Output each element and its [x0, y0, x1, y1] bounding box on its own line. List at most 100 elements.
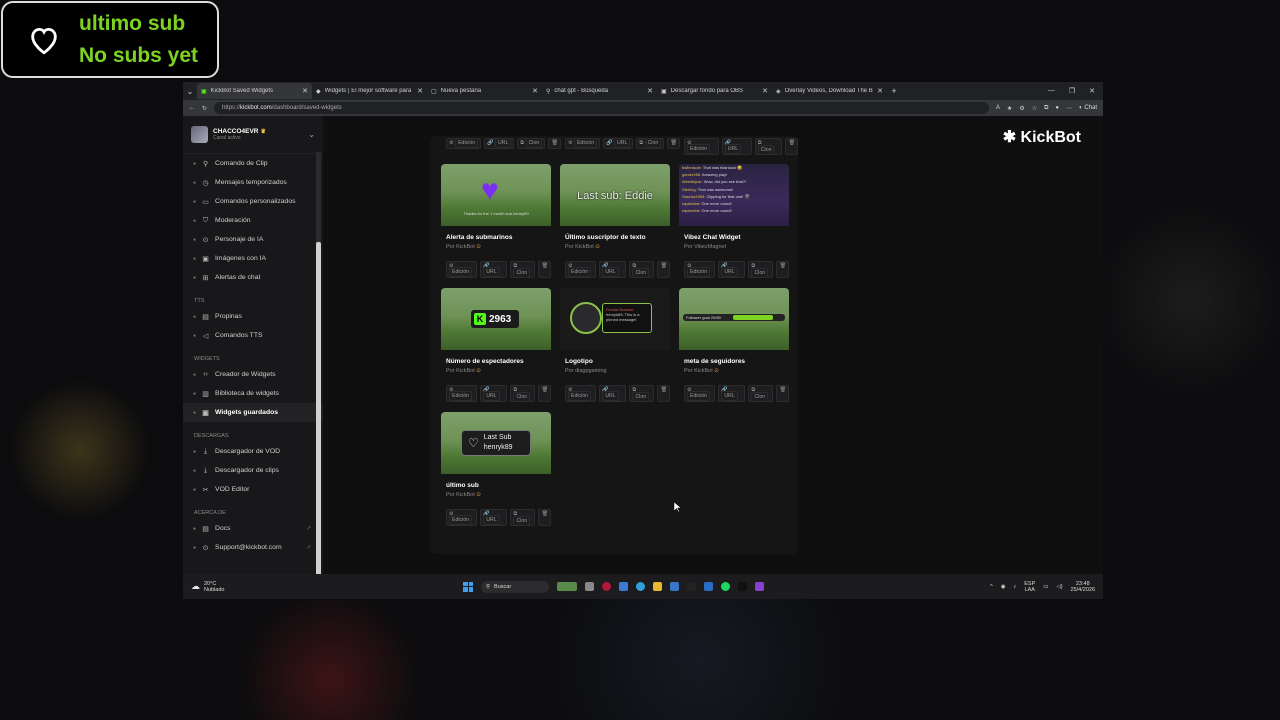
- widget-card-ultimo-sub[interactable]: ♡ Last Sub henryk89 último sub Por KickBot…: [441, 412, 552, 526]
- favorites-icon[interactable]: ☆: [1032, 105, 1037, 112]
- edit-button[interactable]: ⚙ Edición: [565, 138, 601, 149]
- widget-card-alerta-submarinos[interactable]: ♥ Thanks for the 1 month sub henry89! Al…: [441, 164, 552, 278]
- sidebar-item-widgets-guardados[interactable]: ● ▣ Widgets guardados: [183, 403, 323, 422]
- network-icon[interactable]: ▭: [1043, 584, 1048, 590]
- explorer-app-icon[interactable]: [619, 582, 628, 591]
- task-view-icon[interactable]: [585, 582, 594, 591]
- clone-button[interactable]: ⧉ Clon: [636, 138, 665, 149]
- store-icon[interactable]: [670, 582, 679, 591]
- tab-widgets[interactable]: ◆ Widgets | El mejor software para p ✕: [312, 83, 427, 99]
- clock[interactable]: 23:48 25/4/2026: [1071, 581, 1095, 593]
- sidebar-item-docs[interactable]: ● ▤ Docs ↗: [183, 519, 323, 538]
- channel-switcher[interactable]: CHACCO4EVR ♛ Canal activo ⌄: [183, 116, 323, 154]
- back-icon[interactable]: ←: [189, 105, 195, 111]
- tab-kickbot[interactable]: ▣ KickBot Saved Widgets ✕: [197, 83, 312, 99]
- profile-icon[interactable]: ●: [1055, 105, 1059, 111]
- edit-button[interactable]: ⚙ Edición: [446, 385, 478, 402]
- edit-button[interactable]: ⚙ Edición: [446, 138, 482, 149]
- chevron-up-icon[interactable]: ^: [990, 584, 993, 590]
- sidebar-item-comando-de-clip[interactable]: ● ⚲ Comando de Clip: [183, 154, 323, 173]
- scrollbar-thumb[interactable]: [316, 242, 321, 577]
- clone-button[interactable]: ⧉ Clon: [510, 261, 536, 278]
- sidebar-item-imagenes-ia[interactable]: ● ▣ Imágenes con IA: [183, 249, 323, 268]
- close-window-icon[interactable]: ✕: [1089, 87, 1095, 95]
- delete-icon[interactable]: 🗑: [776, 261, 790, 278]
- sidebar-scrollbar[interactable]: [316, 152, 321, 577]
- tab-new[interactable]: ▢ Nueva pestaña ✕: [427, 83, 542, 99]
- sidebar-item-alertas-chat[interactable]: ● ⊞ Alertas de chat: [183, 268, 323, 287]
- sidebar-item-comandos-personalizados[interactable]: ● ▭ Comandos personalizados: [183, 192, 323, 211]
- widget-card-numero-espectadores[interactable]: K 2963 Número de espectadores Por KickBot…: [441, 288, 552, 402]
- url-button[interactable]: 🔗 URL: [480, 509, 508, 526]
- close-icon[interactable]: ✕: [417, 87, 423, 95]
- refresh-icon[interactable]: ↻: [202, 105, 207, 112]
- copilot-chat-button[interactable]: ◐ Chat: [1079, 105, 1097, 111]
- taskbar-search[interactable]: ⚲ Buscar: [481, 580, 549, 593]
- sidebar-item-support[interactable]: ● ⊙ Support@kickbot.com ↗: [183, 538, 323, 557]
- minimize-icon[interactable]: —: [1048, 87, 1055, 95]
- url-button[interactable]: 🔗 URL: [484, 138, 515, 149]
- clone-button[interactable]: ⧉ Clon: [748, 385, 774, 402]
- sidebar-item-vod-editor[interactable]: ● ✂ VOD Editor: [183, 480, 323, 499]
- clone-button[interactable]: ⧉ Clon: [510, 509, 536, 526]
- more-icon[interactable]: ⋯: [1066, 105, 1072, 112]
- mail-app-icon[interactable]: [704, 582, 713, 591]
- edit-button[interactable]: ⚙ Edición: [684, 138, 719, 155]
- url-button[interactable]: 🔗 URL: [599, 261, 627, 278]
- chevron-down-icon[interactable]: ⌄: [308, 130, 315, 139]
- tab-obs[interactable]: ▣ Descargar fondo para OBS ✕: [657, 83, 772, 99]
- delete-icon[interactable]: 🗑: [657, 261, 671, 278]
- clone-button[interactable]: ⧉ Clon: [754, 138, 783, 155]
- sidebar-item-biblioteca-widgets[interactable]: ● ▥ Biblioteca de widgets: [183, 384, 323, 403]
- widgets-app-icon[interactable]: [557, 582, 577, 591]
- sidebar-item-creador-widgets[interactable]: ● ‹› Creador de Widgets: [183, 365, 323, 384]
- delete-icon[interactable]: 🗑: [538, 509, 552, 526]
- edit-button[interactable]: ⚙ Edición: [565, 385, 597, 402]
- edge-icon[interactable]: [636, 582, 645, 591]
- delete-icon[interactable]: 🗑: [785, 138, 798, 155]
- edit-button[interactable]: ⚙ Edición: [684, 385, 716, 402]
- edit-button[interactable]: ⚙ Edición: [446, 509, 478, 526]
- url-button[interactable]: 🔗 URL: [480, 261, 508, 278]
- sidebar-item-personaje-ia[interactable]: ● ⊙ Personaje de IA: [183, 230, 323, 249]
- edit-button[interactable]: ⚙ Edición: [565, 261, 597, 278]
- edit-button[interactable]: ⚙ Edición: [684, 261, 716, 278]
- star-icon[interactable]: ★: [1007, 105, 1012, 112]
- url-button[interactable]: 🔗 URL: [599, 385, 627, 402]
- clone-button[interactable]: ⧉ Clon: [629, 261, 655, 278]
- close-icon[interactable]: ✕: [302, 87, 308, 95]
- url-button[interactable]: 🔗 URL: [480, 385, 508, 402]
- close-icon[interactable]: ✕: [877, 87, 883, 95]
- url-field[interactable]: https://kickbot.com/dashboard/saved-widg…: [214, 102, 989, 114]
- widget-card-vibez-chat[interactable]: ballerdude: That was hilarious! 😂 gamer4…: [679, 164, 790, 278]
- sidebar-item-moderacion[interactable]: ● ⛉ Moderación: [183, 211, 323, 230]
- windows-start-icon[interactable]: [463, 581, 473, 592]
- collections-icon[interactable]: ⧉: [1044, 105, 1048, 112]
- edit-button[interactable]: ⚙ Edición: [446, 261, 478, 278]
- opera-icon[interactable]: [602, 582, 611, 591]
- app-icon[interactable]: [687, 582, 696, 591]
- restore-icon[interactable]: ❐: [1069, 87, 1075, 95]
- tab-list-icon[interactable]: ⌄: [183, 87, 197, 96]
- close-icon[interactable]: ✕: [762, 87, 768, 95]
- delete-icon[interactable]: 🗑: [776, 385, 790, 402]
- sidebar-item-mensajes-temporizados[interactable]: ● ◷ Mensajes temporizados: [183, 173, 323, 192]
- clone-button[interactable]: ⧉ Clon: [510, 385, 536, 402]
- url-button[interactable]: 🔗 URL: [721, 138, 752, 155]
- url-button[interactable]: 🔗 URL: [718, 261, 746, 278]
- language-indicator[interactable]: ESP LAA: [1024, 581, 1035, 593]
- sidebar-item-descargador-clips[interactable]: ● ⤓ Descargador de clips: [183, 461, 323, 480]
- tray-app-icon[interactable]: ◉: [1001, 584, 1006, 590]
- delete-icon[interactable]: 🗑: [538, 261, 552, 278]
- delete-icon[interactable]: 🗑: [538, 385, 552, 402]
- delete-icon[interactable]: 🗑: [667, 138, 680, 149]
- new-tab-icon[interactable]: +: [887, 86, 901, 96]
- clone-button[interactable]: ⧉ Clon: [748, 261, 774, 278]
- video-editor-icon[interactable]: [755, 582, 764, 591]
- weather-widget[interactable]: ☁ 20°C Nublado: [183, 581, 463, 593]
- spotify-icon[interactable]: [721, 582, 730, 591]
- translate-icon[interactable]: A: [996, 105, 1000, 111]
- widget-card-logotipo[interactable]: Florida Branner henryk89: This is a pinne…: [560, 288, 671, 402]
- close-icon[interactable]: ✕: [532, 87, 538, 95]
- url-button[interactable]: 🔗 URL: [718, 385, 746, 402]
